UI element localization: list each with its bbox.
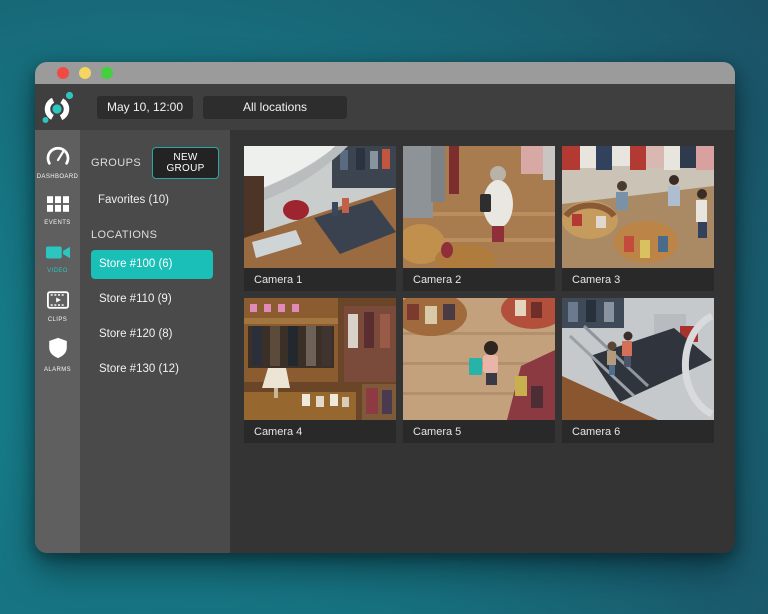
favorites-item[interactable]: Favorites (10) bbox=[98, 194, 219, 206]
camera-tile[interactable]: Camera 4 bbox=[244, 298, 396, 443]
video-camera-icon bbox=[46, 245, 70, 265]
camera-tile[interactable]: Camera 6 bbox=[562, 298, 714, 443]
camera-label: Camera 1 bbox=[244, 268, 396, 291]
camera-grid-area: Camera 1 bbox=[230, 130, 735, 553]
camera-label: Camera 6 bbox=[562, 420, 714, 443]
camera-thumbnail bbox=[562, 146, 714, 268]
location-item-store-130[interactable]: Store #130 (12) bbox=[91, 355, 213, 384]
zoom-button[interactable] bbox=[101, 67, 113, 79]
nav-sidebar: DASHBOARD EVENTS bbox=[35, 130, 80, 553]
camera-thumbnail bbox=[562, 298, 714, 420]
camera-thumbnail bbox=[244, 298, 396, 420]
camera-thumbnail bbox=[244, 146, 396, 268]
camera-label: Camera 2 bbox=[403, 268, 555, 291]
grid-icon bbox=[47, 196, 69, 217]
camera-tile[interactable]: Camera 2 bbox=[403, 146, 555, 291]
sidebar-item-alarms[interactable]: ALARMS bbox=[35, 331, 80, 379]
camera-name: Camera 1 bbox=[254, 274, 302, 286]
camera-label: Camera 5 bbox=[403, 420, 555, 443]
close-button[interactable] bbox=[57, 67, 69, 79]
sidebar-item-label: VIDEO bbox=[47, 268, 68, 274]
groups-heading: GROUPS bbox=[91, 157, 141, 169]
new-group-button[interactable]: NEW GROUP bbox=[152, 147, 219, 179]
minimize-button[interactable] bbox=[79, 67, 91, 79]
camera-tile[interactable]: Camera 5 bbox=[403, 298, 555, 443]
sidebar-item-dashboard[interactable]: DASHBOARD bbox=[35, 139, 80, 187]
camera-name: Camera 3 bbox=[572, 274, 620, 286]
window-titlebar bbox=[35, 62, 735, 84]
sidebar-item-label: CLIPS bbox=[48, 317, 67, 323]
camera-thumbnail bbox=[403, 146, 555, 268]
camera-name: Camera 4 bbox=[254, 426, 302, 438]
locations-list: Store #100 (6) Store #110 (9) Store #120… bbox=[91, 250, 219, 384]
location-item-store-100[interactable]: Store #100 (6) bbox=[91, 250, 213, 279]
shield-icon bbox=[48, 337, 68, 364]
camera-label: Camera 4 bbox=[244, 420, 396, 443]
sidebar-item-label: EVENTS bbox=[44, 220, 70, 226]
camera-thumbnail bbox=[403, 298, 555, 420]
sidebar-item-clips[interactable]: CLIPS bbox=[35, 283, 80, 331]
filmstrip-icon bbox=[47, 291, 69, 314]
sidebar-item-label: ALARMS bbox=[44, 367, 71, 373]
date-time-button[interactable]: May 10, 12:00 bbox=[97, 96, 193, 119]
camera-label: Camera 3 bbox=[562, 268, 714, 291]
camera-grid: Camera 1 bbox=[244, 146, 735, 443]
locations-panel: GROUPS NEW GROUP Favorites (10) LOCATION… bbox=[80, 130, 230, 553]
brand-logo-icon bbox=[41, 90, 75, 124]
app-window: May 10, 12:00 All locations DASHBOARD bbox=[35, 62, 735, 553]
location-item-store-110[interactable]: Store #110 (9) bbox=[91, 285, 213, 314]
window-content: DASHBOARD EVENTS bbox=[35, 130, 735, 553]
gauge-icon bbox=[46, 146, 70, 171]
camera-tile[interactable]: Camera 1 bbox=[244, 146, 396, 291]
camera-name: Camera 6 bbox=[572, 426, 620, 438]
sidebar-item-events[interactable]: EVENTS bbox=[35, 187, 80, 235]
app-toolbar: May 10, 12:00 All locations bbox=[35, 84, 735, 130]
camera-name: Camera 5 bbox=[413, 426, 461, 438]
camera-tile[interactable]: Camera 3 bbox=[562, 146, 714, 291]
all-locations-button[interactable]: All locations bbox=[203, 96, 347, 119]
location-item-store-120[interactable]: Store #120 (8) bbox=[91, 320, 213, 349]
sidebar-item-label: DASHBOARD bbox=[37, 174, 79, 180]
locations-heading: LOCATIONS bbox=[91, 229, 219, 241]
sidebar-item-video[interactable]: VIDEO bbox=[35, 235, 80, 283]
camera-name: Camera 2 bbox=[413, 274, 461, 286]
